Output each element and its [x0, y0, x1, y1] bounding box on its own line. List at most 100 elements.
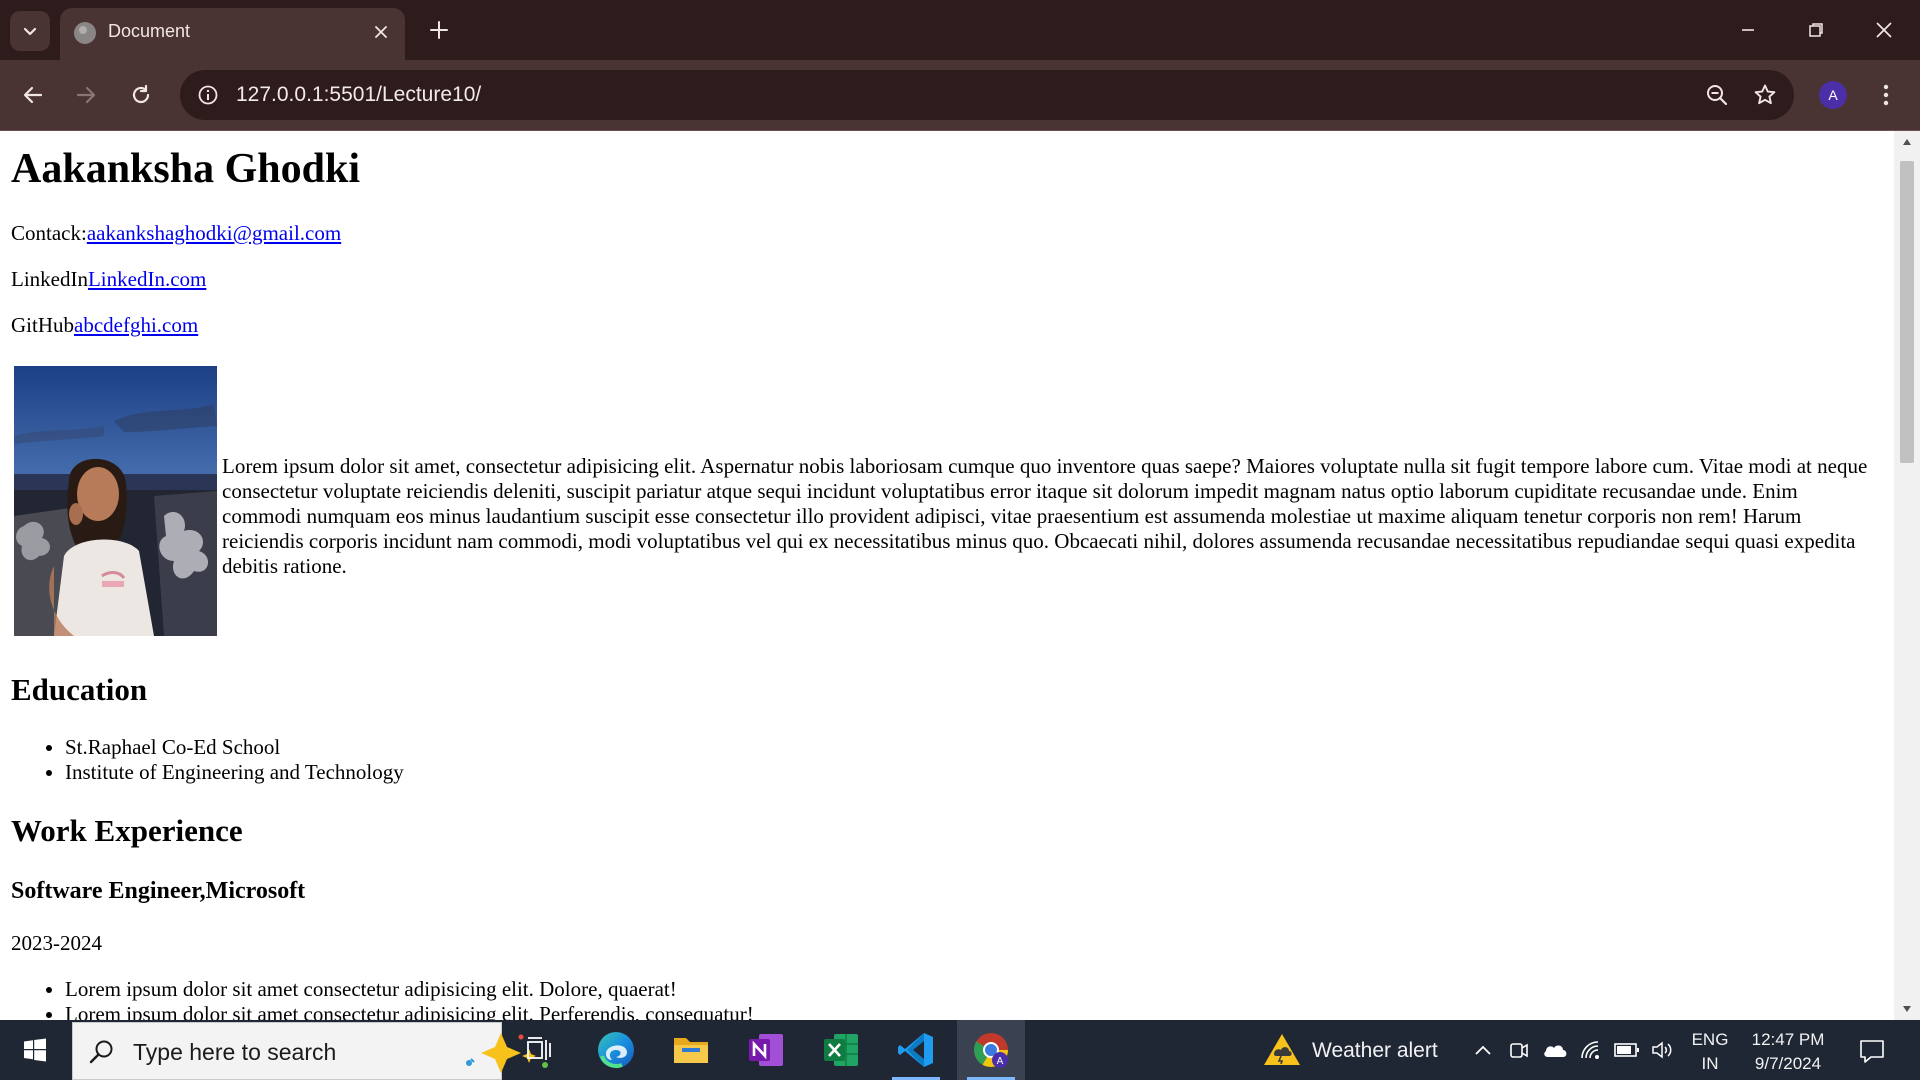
chrome-app[interactable]: A — [957, 1020, 1025, 1080]
education-item: St.Raphael Co-Ed School — [65, 735, 404, 760]
language-code: ENG — [1691, 1030, 1729, 1049]
github-label: GitHub — [11, 313, 74, 337]
notification-icon — [1860, 1040, 1884, 1063]
camera-icon — [1510, 1043, 1528, 1058]
onedrive-icon[interactable] — [1542, 1038, 1568, 1062]
minimize-icon — [1742, 29, 1754, 31]
job-title: Software Engineer,Microsoft — [11, 878, 306, 904]
file-explorer-app[interactable] — [657, 1020, 725, 1080]
scroll-up-button[interactable] — [1894, 131, 1920, 153]
vscode-icon — [898, 1033, 933, 1067]
excel-icon — [824, 1034, 858, 1066]
reload-button[interactable] — [119, 73, 163, 117]
taskbar-search[interactable]: Type here to search — [72, 1022, 548, 1080]
globe-icon — [74, 22, 96, 44]
restore-button[interactable] — [1788, 8, 1844, 52]
weather-widget[interactable]: Weather alert — [1262, 1020, 1442, 1080]
job-years: 2023-2024 — [11, 931, 102, 955]
tab-strip: Document — [0, 0, 1920, 60]
network-icon[interactable] — [1578, 1038, 1604, 1062]
wifi-icon — [1581, 1041, 1599, 1059]
meet-now-icon[interactable] — [1506, 1038, 1532, 1062]
education-list: St.Raphael Co-Ed School Institute of Eng… — [11, 735, 404, 785]
github-link[interactable]: abcdefghi.com — [74, 313, 198, 337]
task-view-icon — [527, 1037, 551, 1060]
browser-tab[interactable]: Document — [60, 8, 405, 60]
triangle-down-icon — [1903, 1006, 1911, 1012]
github-line: GitHubabcdefghi.com — [11, 313, 198, 338]
search-icon — [89, 1040, 113, 1064]
work-experience-heading: Work Experience — [11, 813, 243, 848]
clock-time: 12:47 PM — [1751, 1030, 1825, 1049]
show-hidden-icons-button[interactable] — [1470, 1038, 1496, 1062]
search-placeholder: Type here to search — [133, 1039, 337, 1065]
speaker-icon — [1652, 1041, 1672, 1059]
zoom-button[interactable] — [1700, 78, 1734, 112]
cloud-icon — [1544, 1045, 1567, 1057]
close-icon — [375, 26, 387, 38]
svg-text:A: A — [997, 1056, 1004, 1067]
close-window-button[interactable] — [1856, 8, 1912, 52]
job-bullet: Lorem ipsum dolor sit amet consectetur a… — [65, 977, 754, 1002]
minimize-button[interactable] — [1720, 8, 1776, 52]
excel-app[interactable] — [807, 1020, 875, 1080]
close-icon — [1876, 22, 1892, 38]
region-code: IN — [1701, 1054, 1719, 1073]
info-icon — [198, 85, 218, 105]
page-scrollbar[interactable] — [1894, 131, 1920, 1020]
profile-photo — [14, 366, 217, 636]
clock[interactable]: 12:47 PM 9/7/2024 — [1738, 1028, 1838, 1076]
job-bullet-list: Lorem ipsum dolor sit amet consectetur a… — [11, 977, 754, 1020]
back-button[interactable] — [11, 73, 55, 117]
profile-avatar[interactable]: A — [1819, 81, 1847, 109]
contact-label: Contack: — [11, 221, 87, 245]
browser-toolbar: 127.0.0.1:5501/Lecture10/ A — [0, 60, 1920, 130]
address-bar[interactable]: 127.0.0.1:5501/Lecture10/ — [180, 70, 1794, 120]
chrome-icon: A — [974, 1033, 1008, 1068]
job-bullet: Lorem ipsum dolor sit amet consectetur a… — [65, 1002, 754, 1020]
linkedin-label: LinkedIn — [11, 267, 88, 291]
linkedin-link[interactable]: LinkedIn.com — [88, 267, 206, 291]
clock-date: 9/7/2024 — [1754, 1054, 1822, 1073]
web-page: Aakanksha Ghodki Contack:aakankshaghodki… — [0, 131, 1894, 1020]
browser-menu-button[interactable] — [1868, 77, 1904, 113]
new-tab-button[interactable] — [423, 14, 455, 46]
vscode-app[interactable] — [882, 1020, 950, 1080]
onenote-icon — [749, 1034, 783, 1066]
edge-app[interactable] — [582, 1020, 650, 1080]
battery-icon — [1614, 1043, 1639, 1057]
start-button[interactable] — [0, 1020, 70, 1080]
page-title: Aakanksha Ghodki — [11, 146, 361, 192]
triangle-up-icon — [1903, 139, 1911, 145]
battery-icon[interactable] — [1614, 1038, 1640, 1062]
weather-label: Weather alert — [1312, 1039, 1438, 1062]
volume-icon[interactable] — [1650, 1038, 1676, 1062]
folder-icon — [674, 1038, 708, 1063]
tab-title: Document — [108, 21, 191, 41]
chevron-down-icon — [23, 27, 37, 36]
taskbar: Type here to search A Weather alert ENG … — [0, 1020, 1920, 1080]
arrow-left-icon — [23, 86, 43, 104]
education-heading: Education — [11, 672, 148, 707]
scroll-down-button[interactable] — [1894, 998, 1920, 1020]
star-icon — [1754, 84, 1776, 105]
input-language[interactable]: ENG IN — [1688, 1028, 1732, 1076]
linkedin-line: LinkedInLinkedIn.com — [11, 267, 206, 292]
notification-center-button[interactable] — [1852, 1034, 1892, 1068]
more-vertical-icon — [1883, 84, 1889, 106]
email-link[interactable]: aakankshaghodki@gmail.com — [87, 221, 341, 245]
tab-close-button[interactable] — [369, 20, 393, 44]
windows-icon — [24, 1038, 46, 1062]
plus-icon — [430, 21, 448, 39]
scrollbar-thumb[interactable] — [1900, 161, 1914, 463]
intro-paragraph: Lorem ipsum dolor sit amet, consectetur … — [222, 454, 1868, 578]
onenote-app[interactable] — [732, 1020, 800, 1080]
tab-search-button[interactable] — [10, 11, 50, 51]
arrow-right-icon — [76, 86, 96, 104]
task-view-button[interactable] — [506, 1020, 574, 1080]
url-text[interactable]: 127.0.0.1:5501/Lecture10/ — [236, 83, 481, 107]
forward-button[interactable] — [64, 73, 108, 117]
site-info-button[interactable] — [190, 77, 226, 113]
bookmark-button[interactable] — [1748, 78, 1782, 112]
edge-icon — [598, 1032, 634, 1068]
